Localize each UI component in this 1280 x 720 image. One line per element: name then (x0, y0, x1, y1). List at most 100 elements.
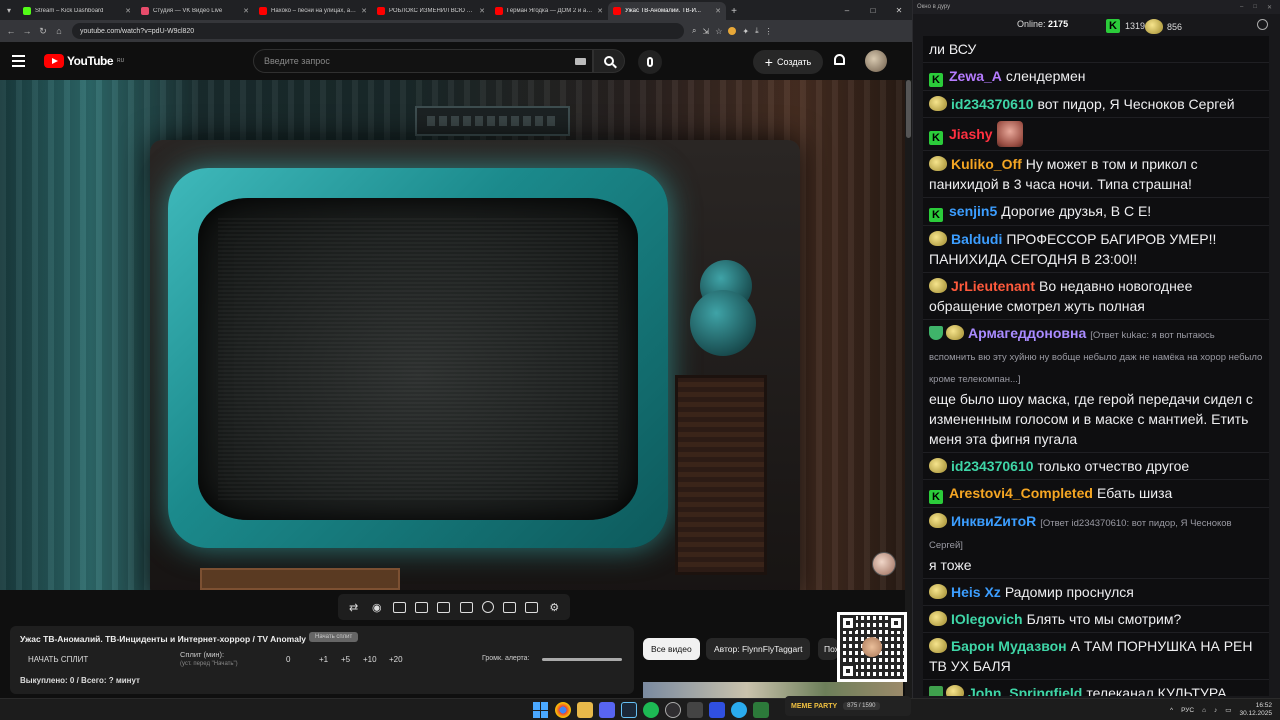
steam-icon[interactable] (621, 702, 637, 718)
browser-tab[interactable]: Stream – Kick Dashboard ✕ (18, 2, 136, 20)
add-1-button[interactable]: +1 (319, 655, 328, 664)
tab-search-icon[interactable]: ▾ (0, 0, 18, 20)
obs-icon[interactable] (665, 702, 681, 718)
youtube-logo[interactable]: YouTube RU (44, 54, 124, 68)
broadcast-icon[interactable]: ◉ (370, 600, 384, 614)
volume-icon[interactable]: ♪ (1214, 707, 1217, 714)
forward-icon[interactable]: → (20, 23, 34, 39)
extensions-puzzle-icon[interactable]: ✦ (742, 27, 749, 36)
tab-close-icon[interactable]: ✕ (125, 7, 131, 15)
bookmark-star-icon[interactable]: ☆ (715, 27, 722, 36)
download-icon[interactable]: ⤓ (755, 26, 759, 36)
network-icon[interactable]: ⌂ (1202, 707, 1206, 714)
url-field[interactable]: youtube.com/watch?v=pdU-W9cl820 (72, 23, 684, 39)
chat-username[interactable]: Барон Мудазвон (951, 638, 1067, 654)
browser-tab[interactable]: Герман Ягодка — ДОМ 2 и ал... ✕ (490, 2, 608, 20)
tab-close-icon[interactable]: ✕ (597, 7, 603, 15)
close-icon[interactable]: ✕ (886, 0, 912, 20)
chip-author[interactable]: Автор: FlynnFlyTaggart (706, 638, 811, 660)
alert-volume-slider[interactable] (542, 658, 622, 661)
clock[interactable]: 16:52 30.12.2025 (1239, 702, 1272, 718)
tab-close-icon[interactable]: ✕ (361, 7, 367, 15)
app-icon[interactable] (687, 702, 703, 718)
browser-tab[interactable]: Нахоко – песни на улицах, ар... ✕ (254, 2, 372, 20)
streamer-avatar-overlay[interactable] (872, 552, 896, 576)
chat-username[interactable]: Jiashy (949, 126, 993, 142)
chat-username[interactable]: Heis Xz (951, 584, 1001, 600)
add-clip-icon[interactable] (502, 601, 516, 613)
start-icon[interactable] (533, 702, 549, 718)
browser-menu-icon[interactable]: ⋮ (765, 27, 773, 36)
spotify-icon[interactable] (643, 702, 659, 718)
meme-party-widget[interactable]: MEME PARTY 875 / 1590 (785, 696, 911, 716)
start-split-button[interactable]: НАЧАТЬ СПЛИТ (28, 655, 88, 664)
frames-icon[interactable] (459, 601, 473, 613)
zoom-icon[interactable]: ⌕ (692, 26, 696, 36)
language-indicator[interactable]: РУС (1181, 707, 1194, 714)
add-10-button[interactable]: +10 (363, 655, 377, 664)
clapper-icon[interactable] (415, 601, 429, 613)
chat-settings-icon[interactable] (1257, 19, 1268, 30)
discord-icon[interactable] (599, 702, 615, 718)
search-button[interactable] (593, 49, 625, 73)
tab-close-icon[interactable]: ✕ (479, 7, 485, 15)
search-input[interactable]: Введите запрос (253, 49, 593, 73)
chrome-icon[interactable] (555, 702, 571, 718)
tab-close-icon[interactable]: ✕ (243, 7, 249, 15)
chat-username[interactable]: ИнквиZитоR (951, 513, 1036, 529)
chat-username[interactable]: senjin5 (949, 203, 997, 219)
chat-username[interactable]: IOlegovich (951, 611, 1023, 627)
split-status-badge[interactable]: Начать сплит (309, 632, 359, 642)
chat-username[interactable]: Zewa_A (949, 68, 1002, 84)
chat-close-icon[interactable]: ✕ (1267, 4, 1272, 11)
kick-badge-icon: K (929, 73, 943, 87)
loop-icon[interactable]: ⇄ (347, 600, 361, 614)
browser-tab[interactable]: Ужас ТВ-Аномалий. ТВ-И... ✕ (608, 2, 726, 20)
eye-icon[interactable] (392, 601, 406, 613)
player-icon[interactable] (709, 702, 725, 718)
chip-next[interactable]: Пох (818, 638, 838, 660)
speed-icon[interactable] (481, 601, 494, 613)
chat-username[interactable]: Армагеддоновна (968, 325, 1086, 341)
back-icon[interactable]: ← (4, 23, 18, 39)
reload-icon[interactable]: ↻ (36, 23, 50, 39)
tray-chevron-icon[interactable]: ^ (1170, 707, 1173, 714)
resize-icon[interactable] (437, 601, 451, 613)
tool-icon[interactable] (753, 702, 769, 718)
extension-icon[interactable] (728, 27, 737, 35)
home-icon[interactable]: ⌂ (52, 23, 66, 39)
tab-close-icon[interactable]: ✕ (715, 7, 721, 15)
create-button[interactable]: + Создать (753, 50, 823, 74)
browser-tab[interactable]: РОБЛОКС ИЗМЕНИЛ ВСЮ МО... ✕ (372, 2, 490, 20)
account-avatar[interactable] (865, 50, 887, 72)
settings-gear-icon[interactable]: ⚙ (547, 600, 561, 614)
chat-maximize-icon[interactable]: □ (1253, 4, 1257, 11)
chat-username[interactable]: Kuliko_Off (951, 156, 1022, 172)
maximize-icon[interactable]: □ (860, 0, 886, 20)
battery-icon[interactable]: ▭ (1225, 706, 1231, 714)
chat-username[interactable]: id234370610 (951, 458, 1034, 474)
hamburger-menu-icon[interactable] (12, 50, 34, 72)
files-icon[interactable] (577, 702, 593, 718)
add-20-button[interactable]: +20 (389, 655, 403, 664)
add-5-button[interactable]: +5 (341, 655, 350, 664)
chat-message-list[interactable]: ли ВСУ K Zewa_A слендермен id234370610 вот пи… (923, 36, 1269, 696)
new-tab-button[interactable]: + (726, 2, 742, 20)
keyboard-icon[interactable] (575, 58, 586, 65)
minimize-icon[interactable]: – (834, 0, 860, 20)
chip-all-videos[interactable]: Все видео (643, 638, 700, 660)
chat-username[interactable]: Arestovi4_Completed (949, 485, 1093, 501)
page-scrollbar[interactable] (905, 80, 912, 698)
chat-username[interactable]: JrLieutenant (951, 278, 1035, 294)
chat-username[interactable]: Baldudi (951, 231, 1002, 247)
telegram-icon[interactable] (731, 702, 747, 718)
notifications-button[interactable] (832, 54, 846, 68)
install-icon[interactable]: ⇲ (702, 27, 709, 36)
browser-tab[interactable]: Студия — VK Видео Live ✕ (136, 2, 254, 20)
chat-username[interactable]: John_Springfield (968, 685, 1082, 696)
chat-username[interactable]: id234370610 (951, 96, 1034, 112)
video-player[interactable] (0, 80, 905, 590)
camera-icon[interactable] (525, 601, 539, 613)
voice-search-button[interactable] (638, 50, 662, 74)
chat-minimize-icon[interactable]: – (1240, 4, 1243, 11)
